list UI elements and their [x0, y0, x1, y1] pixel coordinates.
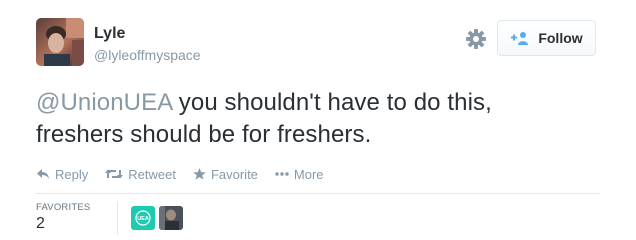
reply-icon [37, 169, 49, 179]
favoriter-avatar[interactable] [159, 206, 183, 230]
user-fullname[interactable]: Lyle [94, 25, 125, 43]
reply-label: Reply [55, 166, 89, 182]
stats-divider [36, 193, 600, 194]
user-username[interactable]: @lyleoffmyspace [94, 47, 201, 63]
favorites-stat-count[interactable]: 2 [36, 215, 45, 233]
profile-photo-icon [36, 18, 84, 66]
retweet-label: Retweet [128, 166, 176, 182]
favoriter-avatar[interactable]: UEA [131, 206, 155, 230]
retweet-icon [105, 169, 124, 179]
ellipsis-icon [275, 172, 289, 176]
stats-vertical-divider [117, 201, 118, 235]
favorites-stat-label[interactable]: FAVORITES [36, 202, 90, 213]
reply-button[interactable]: Reply [36, 167, 88, 182]
tweet-text-line1: you shouldn't have to do this, [172, 89, 492, 116]
tweet-card: Lyle @lyleoffmyspace Follow @UnionUEA yo… [0, 0, 636, 240]
mention-link[interactable]: @UnionUEA [36, 89, 172, 116]
uea-logo-text: UEA [137, 216, 149, 222]
tweet-text: @UnionUEA you shouldn't have to do this,… [36, 87, 616, 151]
add-user-icon [511, 32, 529, 45]
union-uea-logo-icon: UEA [131, 206, 155, 230]
gear-icon[interactable] [462, 25, 490, 53]
profile-photo-icon [159, 206, 183, 230]
more-button[interactable]: More [275, 167, 324, 182]
tweet-actions: Reply Retweet Favorite More [36, 165, 341, 183]
favorite-label: Favorite [210, 166, 258, 182]
star-icon [193, 168, 206, 180]
follow-button[interactable]: Follow [497, 20, 596, 56]
more-label: More [293, 166, 324, 182]
user-avatar[interactable] [36, 18, 84, 66]
follow-label: Follow [538, 30, 583, 46]
tweet-text-line2: freshers should be for freshers. [36, 121, 372, 148]
favorite-button[interactable]: Favorite [193, 167, 258, 182]
retweet-button[interactable]: Retweet [105, 167, 176, 182]
